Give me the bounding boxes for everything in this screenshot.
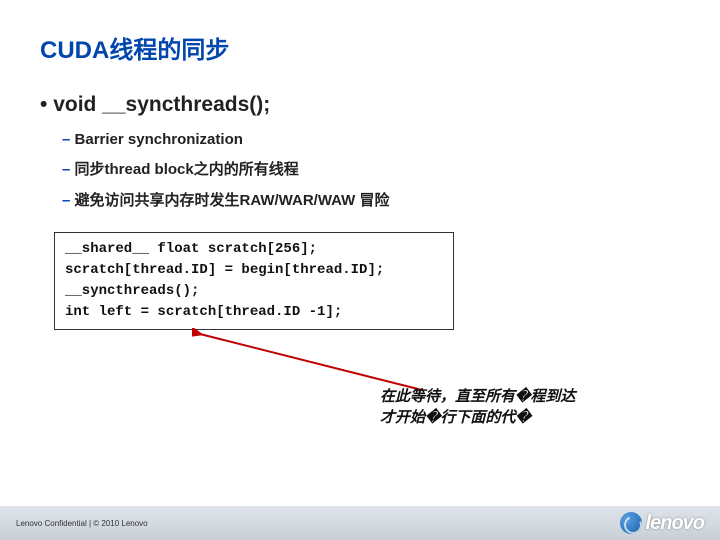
sub-bullet-list: – Barrier synchronization – 同步thread blo…: [62, 131, 680, 210]
lenovo-logo-text: lenovo: [646, 512, 704, 535]
caption-line: 才开始�行下面的代�: [380, 406, 690, 427]
annotation-caption: 在此等待，直至所有�程到达 才开始�行下面的代�: [380, 385, 690, 427]
dash-icon: –: [62, 192, 75, 209]
dash-icon: –: [62, 161, 75, 178]
sub-bullet-text: Barrier synchronization: [75, 131, 243, 148]
sub-bullet-item: – Barrier synchronization: [62, 131, 680, 148]
footer-logo: lenovo: [620, 512, 704, 535]
lenovo-globe-icon: [620, 512, 642, 534]
code-line: int left = scratch[thread.ID -1];: [65, 302, 443, 323]
sub-bullet-item: – 避免访问共享内存时发生RAW/WAR/WAW 冒险: [62, 189, 680, 210]
dash-icon: –: [62, 131, 75, 148]
footer-bar: Lenovo Confidential | © 2010 Lenovo leno…: [0, 506, 720, 540]
footer-copyright: Lenovo Confidential | © 2010 Lenovo: [16, 519, 148, 528]
slide: CUDA线程的同步 void __syncthreads(); – Barrie…: [0, 0, 720, 540]
sub-bullet-text: 同步thread block之内的所有线程: [75, 161, 299, 178]
slide-title: CUDA线程的同步: [40, 30, 680, 65]
sub-bullet-text: 避免访问共享内存时发生RAW/WAR/WAW 冒险: [75, 192, 390, 209]
main-bullet: void __syncthreads();: [40, 93, 680, 117]
code-block: __shared__ float scratch[256]; scratch[t…: [54, 232, 454, 330]
sub-bullet-item: – 同步thread block之内的所有线程: [62, 158, 680, 179]
code-line: __syncthreads();: [65, 281, 443, 302]
code-line: __shared__ float scratch[256];: [65, 239, 443, 260]
caption-line: 在此等待，直至所有�程到达: [380, 385, 690, 406]
code-line: scratch[thread.ID] = begin[thread.ID];: [65, 260, 443, 281]
